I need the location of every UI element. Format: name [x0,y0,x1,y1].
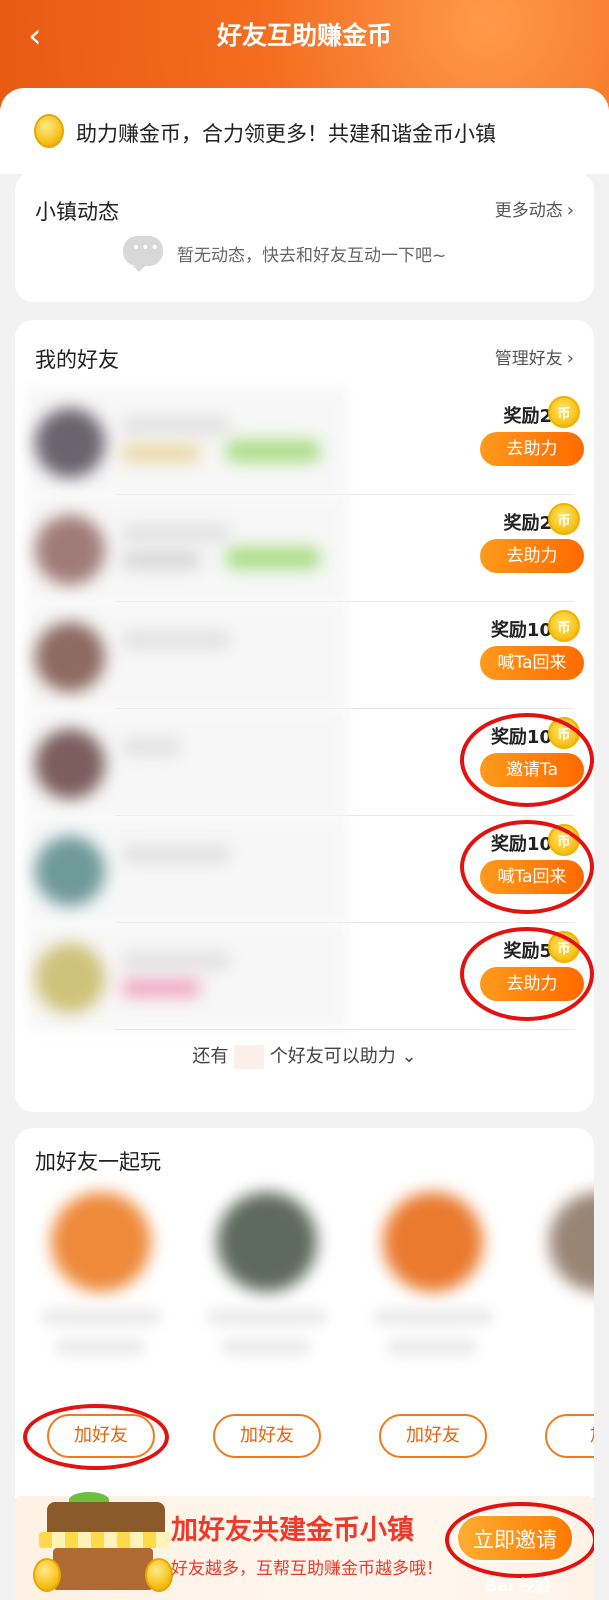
more-activity-label: 更多动态 [494,201,563,221]
blurred-tag [121,551,201,569]
blurred-name [121,951,231,971]
blurred-tag [225,440,321,462]
annotation-circle [460,713,594,807]
friend-row: 奖励2 去助力 [15,495,594,602]
add-friends-card: 加好友一起玩 加好友 加好友 加好友 加 [15,1128,594,1498]
coin-icon [548,610,580,642]
help-button[interactable]: 去助力 [480,432,584,466]
shop-body [53,1548,153,1590]
call-back-button[interactable]: 喊Ta回来 [480,646,584,680]
blurred-tag [225,547,321,569]
suggested-friend: 加 [523,1178,594,1498]
reward-label: 奖励2 [503,513,552,534]
add-friend-button[interactable]: 加好友 [379,1414,487,1458]
manage-friends-label: 管理好友 [494,349,563,369]
more-friends-prefix: 还有 [192,1046,229,1067]
slogan-text: 助力赚金币，合力领更多！共建和谐金币小镇 [76,122,496,146]
chat-bubble-icon [123,236,163,272]
blurred-name [121,630,231,650]
friend-row: 奖励5 去助力 [15,923,594,1030]
chevron-down-icon: ⌄ [401,1046,417,1067]
town-activity-card: 小镇动态 更多动态› 暂无动态，快去和好友互动一下吧~ [15,172,594,302]
friend-row: 奖励2 去助力 [15,388,594,495]
friend-row: 奖励10 邀请Ta [15,709,594,816]
slogan-banner: 助力赚金币，合力领更多！共建和谐金币小镇 [0,88,609,174]
coin-shop-illustration [33,1492,173,1596]
avatar[interactable] [217,1192,317,1292]
chevron-right-icon: › [566,348,574,369]
blurred-tag [121,979,201,997]
blurred-name [121,416,231,436]
my-friends-card: 我的好友 管理好友› 奖励2 去助力 奖励2 去助力 奖励10 喊Ta回来 [15,320,594,1112]
friend-row: 奖励10 喊Ta回来 [15,602,594,709]
avatar[interactable] [35,729,105,799]
town-activity-title: 小镇动态 [35,200,119,224]
invite-banner: 加好友共建金币小镇 好友越多，互帮互助赚金币越多哦！ 立即邀请 Bai 经验 [15,1490,594,1600]
avatar[interactable] [35,408,105,478]
gold-coin-icon [145,1558,173,1592]
chevron-right-icon: › [566,200,574,221]
avatar[interactable] [35,622,105,692]
redacted-count [234,1045,265,1069]
banner-title: 加好友共建金币小镇 [171,1515,414,1546]
gold-coin-icon [33,1558,61,1592]
blurred-name [373,1308,493,1326]
blurred-name [121,523,231,543]
blurred-info [55,1338,145,1356]
annotation-circle [460,820,594,914]
annotation-circle [460,927,594,1021]
coin-icon [548,396,580,428]
blurred-name [121,737,181,757]
page-title: 好友互助赚金币 [216,21,392,50]
avatar[interactable] [35,943,105,1013]
blurred-info [387,1338,477,1356]
blurred-name [121,844,231,864]
blurred-tag [121,444,201,462]
banner-subtitle: 好友越多，互帮互助赚金币越多哦！ [171,1559,443,1579]
divider [115,1029,574,1030]
add-friend-button[interactable]: 加好友 [213,1414,321,1458]
add-friend-button[interactable]: 加 [545,1414,594,1458]
avatar[interactable] [383,1192,483,1292]
avatar[interactable] [51,1192,151,1292]
add-friends-title: 加好友一起玩 [35,1150,161,1174]
blurred-info [221,1338,311,1356]
coin-icon [548,503,580,535]
suggested-friend: 加好友 [191,1178,351,1498]
gold-coin-icon [34,114,64,148]
help-button[interactable]: 去助力 [480,539,584,573]
suggested-friend: 加好友 [23,1178,185,1498]
shop-awning [39,1532,169,1548]
manage-friends-link[interactable]: 管理好友 › [495,344,574,369]
reward-label: 奖励10 [490,620,552,641]
suggested-friend: 加好友 [357,1178,517,1498]
more-friends-toggle[interactable]: 还有 个好友可以助力 ⌄ [15,1042,594,1069]
reward-label: 奖励2 [503,406,552,427]
annotation-circle [23,1404,169,1470]
blurred-name [207,1308,327,1326]
annotation-circle [445,1502,594,1578]
my-friends-title: 我的好友 [35,348,119,372]
avatar[interactable] [549,1192,594,1292]
friend-row: 奖励10 喊Ta回来 [15,816,594,923]
more-friends-suffix: 个好友可以助力 [269,1046,396,1067]
empty-activity-text: 暂无动态，快去和好友互动一下吧~ [177,246,447,266]
avatar[interactable] [35,515,105,585]
avatar[interactable] [35,836,105,906]
shop-roof [47,1502,165,1536]
more-activity-link[interactable]: 更多动态 › [495,196,574,221]
watermark: Bai 经验 [485,1576,552,1595]
blurred-name [41,1308,161,1326]
